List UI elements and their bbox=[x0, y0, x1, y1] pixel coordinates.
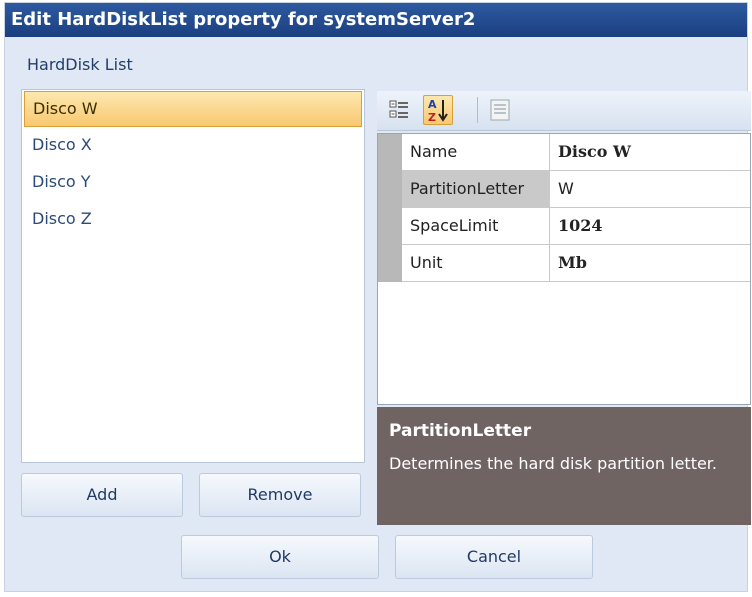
list-item[interactable]: Disco X bbox=[24, 128, 362, 164]
property-pages-icon[interactable] bbox=[485, 95, 515, 125]
property-row-partitionletter[interactable]: PartitionLetter W bbox=[402, 171, 750, 208]
harddisk-listbox[interactable]: Disco W Disco X Disco Y Disco Z bbox=[21, 89, 365, 463]
property-grid: Name Disco W PartitionLetter W SpaceLimi… bbox=[377, 133, 751, 405]
help-title: PartitionLetter bbox=[389, 421, 532, 441]
ok-button[interactable]: Ok bbox=[181, 535, 379, 579]
property-value[interactable]: 1024 bbox=[558, 208, 603, 244]
property-name: Name bbox=[402, 134, 550, 170]
remove-button[interactable]: Remove bbox=[199, 473, 361, 517]
list-item[interactable]: Disco W bbox=[24, 91, 362, 127]
cancel-button[interactable]: Cancel bbox=[395, 535, 593, 579]
property-help-panel: PartitionLetter Determines the hard disk… bbox=[377, 407, 751, 525]
property-value[interactable]: Mb bbox=[558, 245, 587, 281]
property-row-spacelimit[interactable]: SpaceLimit 1024 bbox=[402, 208, 750, 245]
list-item[interactable]: Disco Z bbox=[24, 202, 362, 238]
toolbar-separator bbox=[477, 97, 478, 123]
sort-alphabetical-icon[interactable]: A Z bbox=[423, 95, 453, 125]
property-value[interactable]: W bbox=[558, 171, 574, 207]
edit-property-dialog: Edit HardDiskList property for systemSer… bbox=[4, 2, 751, 592]
help-description: Determines the hard disk partition lette… bbox=[389, 454, 717, 473]
harddisk-list-label: HardDisk List bbox=[27, 55, 133, 74]
categorized-view-icon[interactable] bbox=[385, 95, 415, 125]
svg-text:A: A bbox=[428, 98, 437, 111]
svg-text:Z: Z bbox=[428, 111, 436, 124]
property-name: PartitionLetter bbox=[402, 171, 550, 207]
property-row-unit[interactable]: Unit Mb bbox=[402, 245, 750, 282]
dialog-title: Edit HardDiskList property for systemSer… bbox=[5, 3, 747, 37]
property-grid-gutter bbox=[378, 134, 402, 282]
add-button[interactable]: Add bbox=[21, 473, 183, 517]
property-name: Unit bbox=[402, 245, 550, 281]
list-item[interactable]: Disco Y bbox=[24, 165, 362, 201]
property-name: SpaceLimit bbox=[402, 208, 550, 244]
property-value[interactable]: Disco W bbox=[558, 134, 631, 170]
property-row-name[interactable]: Name Disco W bbox=[402, 134, 750, 171]
property-grid-toolbar: A Z bbox=[377, 91, 751, 131]
